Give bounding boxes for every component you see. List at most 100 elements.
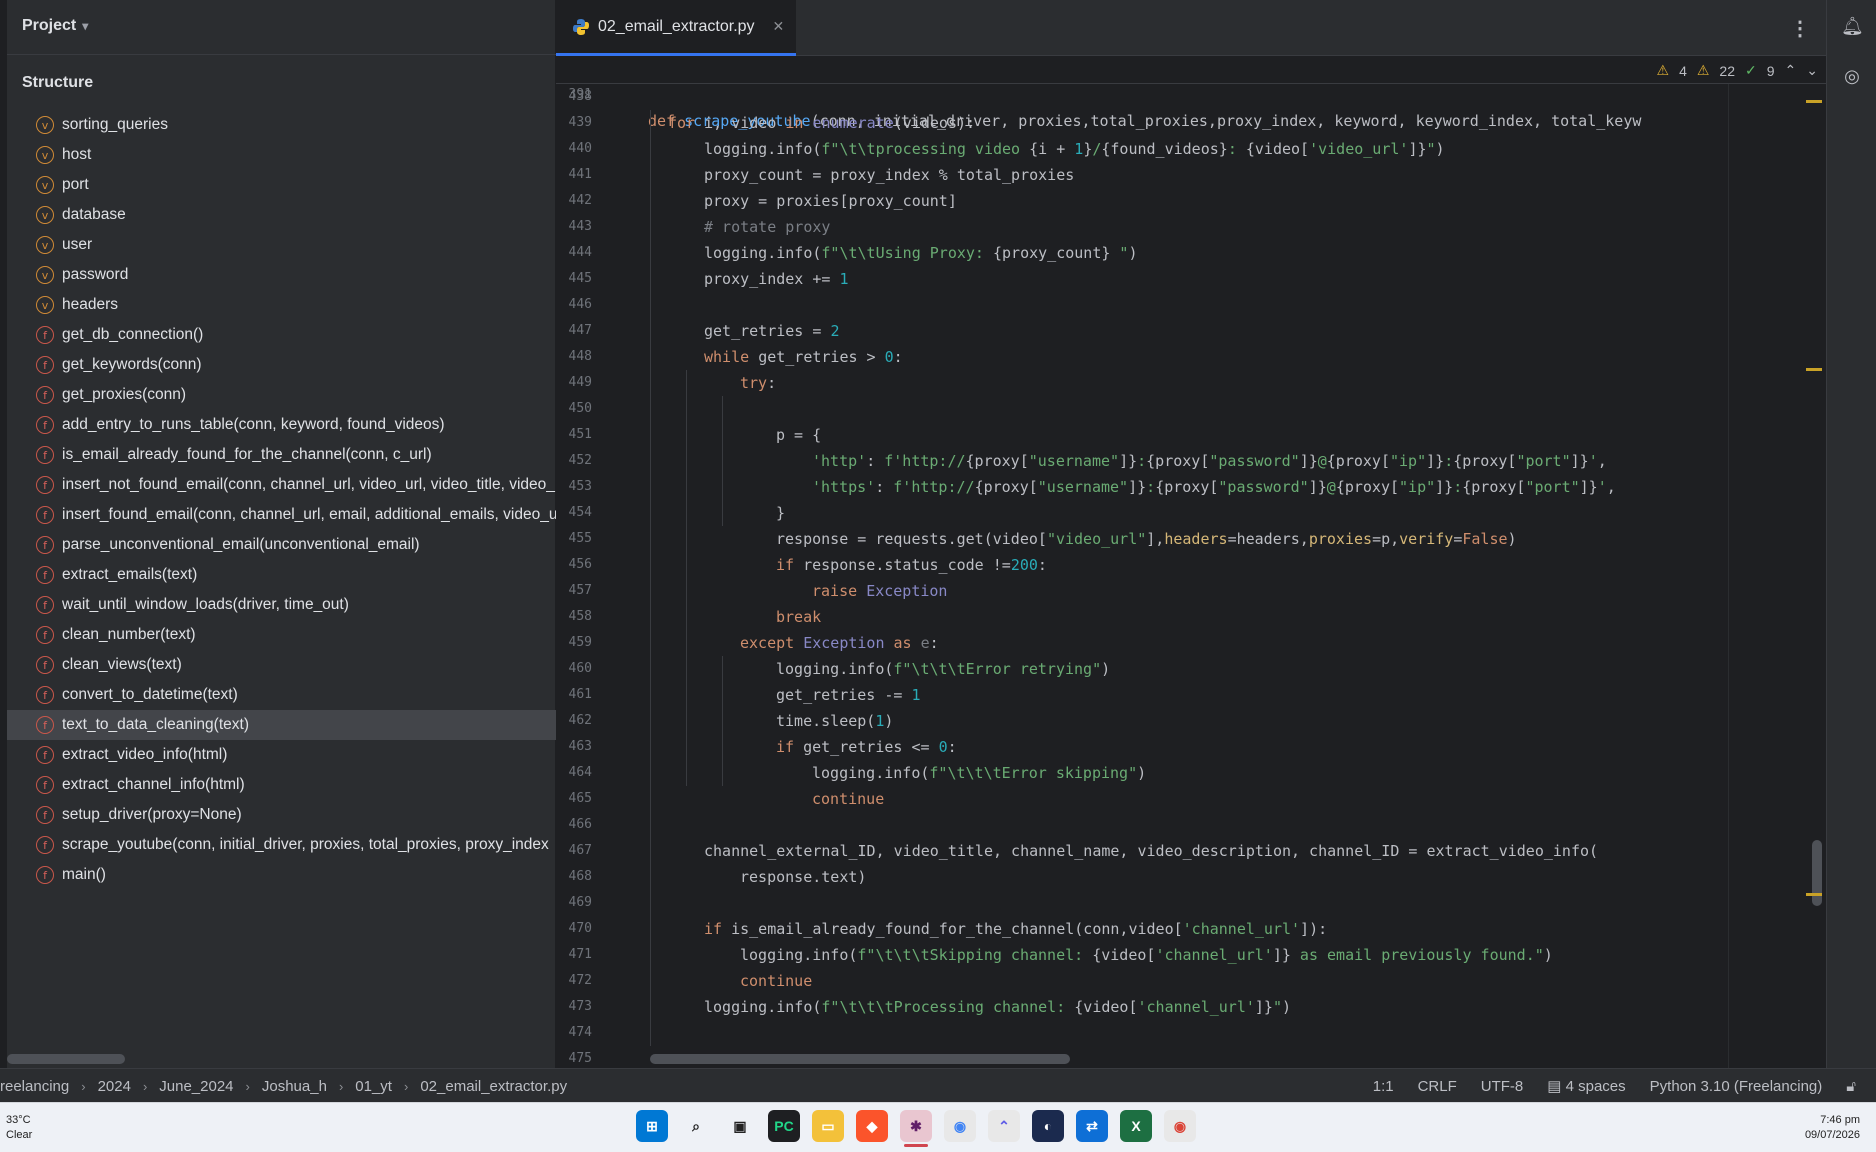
- structure-item[interactable]: f insert_found_email(conn, channel_url, e…: [7, 500, 556, 530]
- structure-item[interactable]: v host: [7, 140, 556, 170]
- brave-browser-icon[interactable]: ◆: [856, 1110, 888, 1142]
- error-stripe-marker[interactable]: [1806, 893, 1822, 896]
- structure-item[interactable]: v user: [7, 230, 556, 260]
- windows-start-icon[interactable]: ⊞: [636, 1110, 668, 1142]
- indent-setting[interactable]: ▤ 4 spaces: [1547, 1077, 1625, 1095]
- tab-02-email-extractor[interactable]: 02_email_extractor.py ✕: [556, 0, 796, 56]
- function-icon: f: [36, 506, 54, 524]
- breadcrumb-item[interactable]: June_2024: [159, 1078, 233, 1095]
- structure-item[interactable]: f extract_video_info(html): [7, 740, 556, 770]
- structure-item[interactable]: f setup_driver(proxy=None): [7, 800, 556, 830]
- line-number: 450: [568, 401, 592, 416]
- structure-item[interactable]: f get_keywords(conn): [7, 350, 556, 380]
- search-icon[interactable]: ⌕: [680, 1110, 712, 1142]
- code-line: 448 while get_retries > 0:: [556, 344, 1826, 370]
- structure-item[interactable]: f clean_views(text): [7, 650, 556, 680]
- vertical-scrollbar-thumb[interactable]: [1812, 840, 1822, 906]
- interpreter[interactable]: Python 3.10 (Freelancing): [1650, 1078, 1823, 1095]
- system-clock[interactable]: 7:46 pm 09/07/2026: [1805, 1113, 1860, 1143]
- status-bar: reelancing › 2024 › June_2024 › Joshua_h › 01_yt…: [0, 1068, 1876, 1102]
- pycharm-icon[interactable]: PC: [768, 1110, 800, 1142]
- structure-item[interactable]: f extract_emails(text): [7, 560, 556, 590]
- check-icon: ✓: [1745, 62, 1757, 78]
- breadcrumb-item[interactable]: 2024: [98, 1078, 131, 1095]
- chevron-right-icon: ›: [81, 1078, 86, 1094]
- function-icon: f: [36, 866, 54, 884]
- breadcrumb: reelancing › 2024 › June_2024 › Joshua_h › 01_yt…: [0, 1069, 567, 1103]
- app-icon[interactable]: ◐: [1032, 1110, 1064, 1142]
- structure-tree: v sorting_queries v host v port v database v user…: [7, 110, 556, 890]
- function-icon: f: [36, 416, 54, 434]
- structure-item[interactable]: v password: [7, 260, 556, 290]
- horizontal-scrollbar[interactable]: [650, 1054, 1070, 1064]
- chrome-icon[interactable]: ◉: [944, 1110, 976, 1142]
- line-number: 442: [568, 193, 592, 208]
- structure-item[interactable]: f parse_unconventional_email(unconvention…: [7, 530, 556, 560]
- structure-panel: Project ▾ Structure v sorting_queries v hos…: [0, 0, 556, 1068]
- structure-item-label: get_proxies(conn): [62, 386, 187, 403]
- notifications-icon[interactable]: 🔔︎: [1841, 16, 1864, 38]
- line-number: 464: [568, 765, 592, 780]
- project-label: Project: [22, 17, 77, 34]
- function-icon: f: [36, 776, 54, 794]
- structure-item[interactable]: f is_email_already_found_for_the_channel(…: [7, 440, 556, 470]
- structure-item[interactable]: f main(): [7, 860, 556, 890]
- code-line: 438: [556, 84, 1826, 110]
- structure-item-label: insert_not_found_email(conn, channel_url…: [62, 476, 555, 493]
- lock-icon[interactable]: 🔓︎: [1846, 1078, 1856, 1095]
- breadcrumb-item[interactable]: 01_yt: [355, 1078, 392, 1095]
- structure-item[interactable]: f get_db_connection(): [7, 320, 556, 350]
- structure-item[interactable]: v port: [7, 170, 556, 200]
- clickup-icon[interactable]: ⌃: [988, 1110, 1020, 1142]
- weather-widget[interactable]: 33°C Clear: [6, 1113, 32, 1143]
- project-dropdown[interactable]: Project ▾: [7, 0, 556, 52]
- slack-icon[interactable]: ✱: [900, 1110, 932, 1147]
- breadcrumb-item[interactable]: reelancing: [0, 1078, 69, 1095]
- structure-item[interactable]: v headers: [7, 290, 556, 320]
- breadcrumb-item[interactable]: 02_email_extractor.py: [420, 1078, 567, 1095]
- structure-item[interactable]: f wait_until_window_loads(driver, time_ou…: [7, 590, 556, 620]
- error-stripe-marker[interactable]: [1806, 368, 1822, 371]
- structure-item[interactable]: f text_to_data_cleaning(text): [7, 710, 556, 740]
- variable-icon: v: [36, 176, 54, 194]
- line-number: 449: [568, 375, 592, 390]
- structure-item-label: get_keywords(conn): [62, 356, 202, 373]
- structure-item[interactable]: f scrape_youtube(conn, initial_driver, pr…: [7, 830, 556, 860]
- chevron-up-icon[interactable]: ⌃: [1785, 62, 1797, 79]
- line-number: 459: [568, 635, 592, 650]
- caret-position[interactable]: 1:1: [1373, 1078, 1394, 1095]
- line-number: 461: [568, 687, 592, 702]
- weak-warning-count: 22: [1719, 62, 1735, 79]
- teamviewer-icon[interactable]: ⇄: [1076, 1110, 1108, 1142]
- ai-assistant-icon[interactable]: ◎: [1841, 66, 1863, 88]
- vertical-scrollbar-track[interactable]: [1810, 84, 1824, 1052]
- excel-icon[interactable]: X: [1120, 1110, 1152, 1142]
- chevron-down-icon[interactable]: ⌄: [1806, 62, 1818, 79]
- code-text: get_retries -= 1: [776, 686, 921, 704]
- structure-item[interactable]: f get_proxies(conn): [7, 380, 556, 410]
- structure-item[interactable]: f add_entry_to_runs_table(conn, keyword, …: [7, 410, 556, 440]
- warning-icon: ⚠: [1656, 62, 1670, 78]
- more-options-icon[interactable]: ⋮: [1790, 16, 1810, 41]
- structure-item[interactable]: v database: [7, 200, 556, 230]
- structure-item[interactable]: v sorting_queries: [7, 110, 556, 140]
- chrome-profile-icon[interactable]: ◉: [1164, 1110, 1196, 1142]
- function-icon: f: [36, 326, 54, 344]
- structure-item[interactable]: f clean_number(text): [7, 620, 556, 650]
- structure-item[interactable]: f insert_not_found_email(conn, channel_ur…: [7, 470, 556, 500]
- structure-item-label: clean_number(text): [62, 626, 196, 643]
- file-encoding[interactable]: UTF-8: [1481, 1078, 1524, 1095]
- close-icon[interactable]: ✕: [773, 18, 785, 35]
- file-explorer-icon[interactable]: ▭: [812, 1110, 844, 1142]
- breadcrumb-item[interactable]: Joshua_h: [262, 1078, 327, 1095]
- right-tool-strip: 🔔︎ ◎: [1826, 0, 1876, 1068]
- structure-item[interactable]: f extract_channel_info(html): [7, 770, 556, 800]
- error-stripe-marker[interactable]: [1806, 100, 1822, 103]
- task-view-icon[interactable]: ▣: [724, 1110, 756, 1142]
- structure-item-label: text_to_data_cleaning(text): [62, 716, 249, 733]
- inspection-widget[interactable]: ⚠ 4 ⚠ 22 ✓ 9 ⌃ ⌄: [1657, 62, 1819, 79]
- horizontal-scrollbar[interactable]: [7, 1054, 125, 1064]
- tool-window-strip: [0, 0, 7, 1068]
- structure-item[interactable]: f convert_to_datetime(text): [7, 680, 556, 710]
- line-separator[interactable]: CRLF: [1418, 1078, 1457, 1095]
